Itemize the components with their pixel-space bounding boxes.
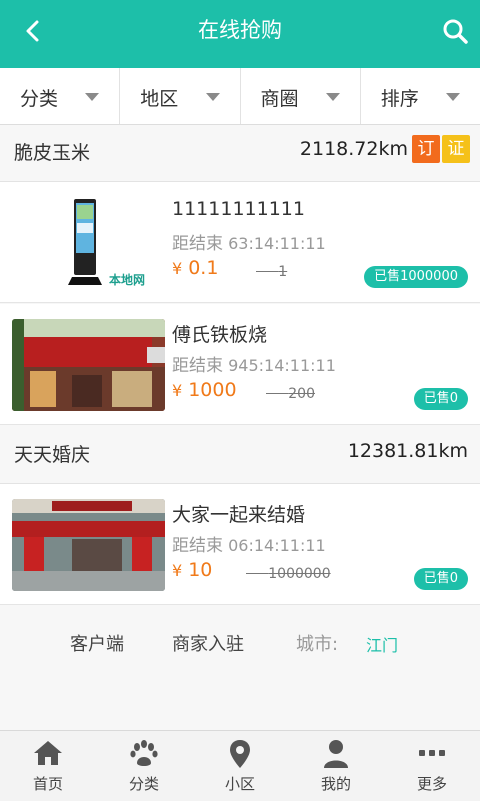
price-value: 1000 <box>188 379 237 401</box>
shop-header[interactable]: 天天婚庆 12381.81km <box>0 427 480 484</box>
deal-title: 大家一起来结婚 <box>172 504 306 526</box>
price-value: 10 <box>188 559 213 581</box>
location-pin-icon <box>230 740 250 768</box>
sold-count-badge: 已售1000000 <box>364 266 468 288</box>
dropdown-caret-icon <box>325 93 340 101</box>
user-icon <box>324 740 348 768</box>
dropdown-caret-icon <box>85 93 100 101</box>
filter-sort[interactable]: 排序 <box>361 68 480 124</box>
deal-thumbnail <box>12 319 165 411</box>
price-value: 0.1 <box>188 257 219 279</box>
city-label: 城市: <box>296 634 339 655</box>
page-title: 在线抢购 <box>198 18 282 42</box>
shop-name: 脆皮玉米 <box>14 142 91 164</box>
countdown-label: 距结束 <box>172 536 223 556</box>
filter-business-district[interactable]: 商圈 <box>241 68 361 124</box>
tab-category[interactable]: 分类 <box>96 731 192 801</box>
filter-label: 排序 <box>380 88 419 110</box>
city-selector[interactable]: 江门 <box>366 632 398 656</box>
deal-title: 11111111111 <box>172 198 305 220</box>
countdown-label: 距结束 <box>172 356 223 376</box>
merchant-join-link[interactable]: 商家入驻 <box>172 630 244 656</box>
tab-label: 小区 <box>224 775 255 793</box>
footer-links: 客户端 商家入驻 城市: 江门 <box>0 610 480 670</box>
tab-community[interactable]: 小区 <box>192 731 288 801</box>
tab-home[interactable]: 首页 <box>0 731 96 801</box>
tab-label: 我的 <box>320 775 351 793</box>
deal-price: ¥10 <box>172 559 212 581</box>
original-price: 1000000 <box>268 566 331 582</box>
countdown-time: 06:14:11:11 <box>228 536 326 555</box>
filter-label: 地区 <box>140 88 179 110</box>
filter-category[interactable]: 分类 <box>0 68 121 124</box>
more-dots-icon <box>419 750 445 756</box>
client-link[interactable]: 客户端 <box>70 630 124 656</box>
countdown: 距结束 06:14:11:11 <box>172 531 326 556</box>
original-price: 200 <box>288 386 315 402</box>
thumbnail-watermark: 本地网 <box>109 272 145 287</box>
dropdown-caret-icon <box>205 93 220 101</box>
deal-item[interactable]: 傅氏铁板烧 距结束 945:14:11:11 ¥1000 200 已售0 <box>0 304 480 425</box>
countdown-label: 距结束 <box>172 234 223 254</box>
filter-label: 分类 <box>20 88 59 110</box>
shop-distance: 2118.72km <box>299 138 408 160</box>
deal-item[interactable]: 大家一起来结婚 距结束 06:14:11:11 ¥10 1000000 已售0 <box>0 484 480 605</box>
tab-mine[interactable]: 我的 <box>288 731 384 801</box>
currency-symbol: ¥ <box>172 259 183 278</box>
sold-count-badge: 已售0 <box>413 568 468 590</box>
countdown-time: 945:14:11:11 <box>228 356 336 375</box>
tab-label: 分类 <box>128 775 159 793</box>
deal-title: 傅氏铁板烧 <box>172 324 268 346</box>
deal-thumbnail <box>12 499 165 591</box>
filter-label: 商圈 <box>260 88 299 110</box>
search-icon[interactable] <box>440 16 470 46</box>
sold-count-badge: 已售0 <box>413 388 468 410</box>
certified-badge: 证 <box>442 135 470 163</box>
deal-item[interactable]: 本地网 11111111111 距结束 63:14:11:11 ¥0.1 1 已… <box>0 182 480 303</box>
deal-price: ¥1000 <box>172 379 237 401</box>
original-price: 1 <box>278 264 288 280</box>
dropdown-caret-icon <box>446 93 460 101</box>
bottom-tab-bar: 首页 分类 小区 我的 更多 <box>0 730 480 801</box>
shop-distance: 12381.81km <box>347 440 468 462</box>
countdown-time: 63:14:11:11 <box>228 234 326 253</box>
tab-label: 更多 <box>416 775 447 793</box>
home-icon <box>34 741 62 765</box>
shop-name: 天天婚庆 <box>14 444 91 466</box>
top-bar: 在线抢购 <box>0 0 480 68</box>
shop-header[interactable]: 脆皮玉米 2118.72km 订 证 <box>0 125 480 182</box>
deal-thumbnail: 本地网 <box>12 197 165 289</box>
countdown: 距结束 63:14:11:11 <box>172 229 326 254</box>
paw-icon <box>130 740 158 766</box>
tab-more[interactable]: 更多 <box>384 731 480 801</box>
order-badge: 订 <box>412 135 440 163</box>
deal-price: ¥0.1 <box>172 257 218 279</box>
countdown: 距结束 945:14:11:11 <box>172 351 336 376</box>
filter-region[interactable]: 地区 <box>120 68 241 124</box>
currency-symbol: ¥ <box>172 561 183 580</box>
currency-symbol: ¥ <box>172 381 183 400</box>
filter-bar: 分类 地区 商圈 排序 <box>0 68 480 125</box>
tab-label: 首页 <box>32 775 63 793</box>
